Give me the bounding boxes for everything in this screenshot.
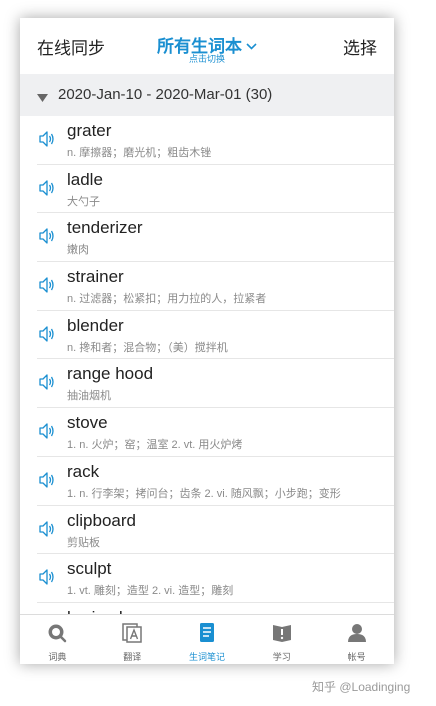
word-row[interactable]: ladle 大勺子 (20, 165, 394, 214)
tab-label: 学习 (272, 652, 291, 662)
word-row[interactable]: range hood 抽油烟机 (20, 359, 394, 409)
speaker-icon[interactable] (39, 325, 55, 348)
word-definition: 剪贴板 (67, 536, 100, 549)
tab-label: 词典 (48, 652, 67, 662)
speaker-icon[interactable] (39, 471, 55, 494)
speaker-icon[interactable] (39, 373, 55, 396)
select-button[interactable]: 选择 (343, 34, 377, 59)
word-text: sculpt (67, 559, 112, 579)
word-text: blender (67, 315, 124, 335)
tab-label: 帐号 (347, 652, 366, 662)
tab-account[interactable]: 帐号 (319, 615, 394, 664)
word-list[interactable]: grater n. 摩擦器；磨光机；粗齿木锉 ladle 大勺子 tenderizer 嫩… (20, 116, 394, 614)
speaker-icon[interactable] (39, 520, 55, 543)
word-text: strainer (67, 267, 124, 287)
tab-notebook[interactable]: 生词笔记 (170, 615, 245, 664)
word-definition: n. 搀和者；混合物；（美）搅拌机 (67, 341, 228, 354)
word-row[interactable]: sculpt 1. vt. 雕刻；造型 2. vi. 造型；雕刻 (20, 554, 394, 603)
speaker-icon[interactable] (39, 179, 55, 202)
tab-search[interactable]: 词典 (20, 615, 95, 664)
speaker-icon[interactable] (39, 227, 55, 250)
tab-study[interactable]: 学习 (244, 615, 319, 664)
word-text: ladle (67, 169, 103, 189)
word-text: grater (67, 121, 112, 140)
word-definition: 嫩肉 (67, 244, 89, 257)
word-row[interactable]: rack 1. n. 行李架；拷问台；齿条 2. vi. 随风飘；小步跑；变形 (20, 457, 394, 506)
word-definition: 1. n. 行李架；拷问台；齿条 2. vi. 随风飘；小步跑；变形 (67, 487, 341, 500)
translate-icon (121, 623, 143, 643)
word-text: rack (67, 461, 100, 481)
switch-hint: 点击切换 (188, 54, 225, 64)
word-row[interactable]: clipboard 剪贴板 (20, 506, 394, 555)
word-row[interactable]: blender n. 搀和者；混合物；（美）搅拌机 (20, 311, 394, 360)
word-definition: n. 摩擦器；磨光机；粗齿木锉 (67, 147, 212, 159)
tab-label: 生词笔记 (188, 652, 225, 662)
speaker-icon[interactable] (39, 276, 55, 299)
watermark: 知乎 @Loadinging (312, 680, 411, 694)
study-icon (271, 623, 293, 643)
phone-screen: 在线同步 所有生词本 点击切换 选择 2020-Jan-10 - 2020-Ma… (20, 18, 394, 664)
notebook-icon (196, 623, 218, 643)
speaker-icon[interactable] (39, 130, 55, 153)
word-text: tenderizer (67, 218, 143, 238)
search-icon (46, 623, 68, 643)
tab-translate[interactable]: 翻译 (95, 615, 170, 664)
word-definition: 1. vt. 雕刻；造型 2. vi. 造型；雕刻 (67, 585, 234, 598)
word-definition: n. 过滤器；松紧扣；用力拉的人，拉紧者 (67, 293, 267, 306)
speaker-icon[interactable] (39, 568, 55, 591)
word-definition: 大勺子 (67, 195, 100, 208)
word-row[interactable]: grater n. 摩擦器；磨光机；粗齿木锉 (20, 116, 394, 165)
speaker-icon[interactable] (39, 422, 55, 445)
word-row[interactable]: braised (20, 603, 394, 614)
bottom-tab-bar: 词典 翻译 生词笔记 学习 帐号 (20, 614, 394, 664)
caret-down-icon (37, 90, 48, 108)
top-bar: 在线同步 所有生词本 点击切换 选择 (20, 18, 394, 74)
date-group-header[interactable]: 2020-Jan-10 - 2020-Mar-01 (30) (20, 74, 394, 116)
date-group-label: 2020-Jan-10 - 2020-Mar-01 (30) (58, 86, 273, 103)
tab-label: 翻译 (123, 652, 142, 662)
word-row[interactable]: stove 1. n. 火炉；窑；温室 2. vt. 用火炉烤 (20, 408, 394, 457)
word-definition: 抽油烟机 (67, 390, 111, 403)
word-text: stove (67, 413, 108, 433)
word-definition: 1. n. 火炉；窑；温室 2. vt. 用火炉烤 (67, 439, 243, 452)
word-row[interactable]: tenderizer 嫩肉 (20, 213, 394, 263)
word-row[interactable]: strainer n. 过滤器；松紧扣；用力拉的人，拉紧者 (20, 262, 394, 311)
word-text: clipboard (67, 510, 136, 530)
word-text: range hood (67, 364, 154, 384)
account-icon (346, 623, 368, 643)
